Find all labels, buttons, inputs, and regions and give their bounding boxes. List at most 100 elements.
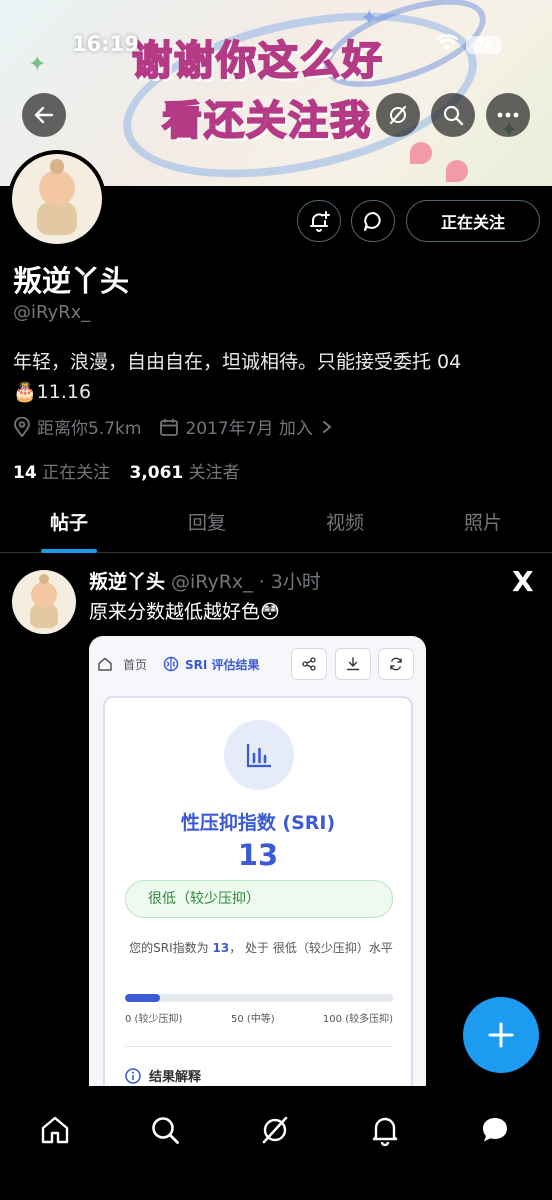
home-icon [41, 1116, 69, 1144]
more-options-button[interactable] [486, 93, 530, 137]
flushed-emoji-icon: 😳 [260, 601, 280, 623]
post-author-name[interactable]: 叛逆丫头 [89, 571, 165, 593]
sri-heading: 性压抑指数 (SRI) [180, 812, 336, 834]
nav-search[interactable] [137, 1102, 193, 1158]
avatar-image [12, 570, 76, 634]
nav-notifications[interactable] [357, 1102, 413, 1158]
battery-indicator: 32 [466, 36, 502, 54]
bottom-navigation [0, 1086, 552, 1200]
search-icon [152, 1117, 179, 1144]
post-time: · 3小时 [258, 571, 321, 593]
sri-description: 您的SRI指数为 13， 处于 很低（较少压抑）水平 [129, 938, 393, 958]
location-pin-icon [14, 416, 30, 437]
tick-low: 0 (较少压抑) [125, 1014, 183, 1025]
location-item: 距离你5.7km [13, 414, 141, 439]
cake-icon: 🎂 [13, 381, 37, 403]
home-icon [98, 657, 112, 671]
following-link[interactable]: 14 正在关注 [13, 463, 110, 483]
calendar-icon [160, 418, 179, 436]
banner-flower [410, 142, 432, 164]
chevron-right-icon [322, 420, 332, 433]
profile-meta: 距离你5.7km 2017年7月 加入 [13, 414, 357, 439]
profile-name: 叛逆丫头 [13, 264, 130, 298]
tab-replies[interactable]: 回复 [138, 495, 276, 552]
grok-button[interactable] [376, 93, 420, 137]
download-icon [346, 657, 360, 671]
divider [125, 1046, 393, 1047]
post-author-handle[interactable]: @iRyRx_ [171, 571, 253, 593]
brain-icon [163, 656, 179, 672]
avatar-image [12, 154, 102, 244]
explanation-heading: 结果解释 [125, 1066, 201, 1085]
profile-tabs: 帖子 回复 视频 照片 [0, 495, 552, 553]
message-button[interactable] [351, 200, 395, 242]
explanation-title: 结果解释 [149, 1070, 202, 1085]
tab-videos[interactable]: 视频 [276, 495, 414, 552]
x-logo-icon: X [512, 565, 534, 598]
sri-title-label: SRI 评估结果 [185, 657, 260, 672]
banner-text-line2: 看还关注我 [161, 97, 372, 145]
back-button[interactable] [22, 93, 66, 137]
sri-result-card: 性压抑指数 (SRI) 13 很低（较少压抑） 您的SRI指数为 13， 处于 … [103, 696, 413, 1106]
nav-messages[interactable] [467, 1102, 523, 1158]
tab-posts[interactable]: 帖子 [0, 495, 138, 553]
sri-score: 13 [237, 838, 279, 872]
following-button[interactable]: 正在关注 [406, 200, 540, 242]
profile-handle: @iRyRx_ [13, 302, 91, 323]
messages-icon [483, 1118, 507, 1142]
follow-stats: 14 正在关注 3,061 关注者 [13, 458, 240, 483]
tick-high: 100 (较多压抑) [322, 1014, 393, 1025]
followers-count: 3,061 [129, 463, 184, 483]
birthday-date: 11.16 [36, 381, 92, 403]
compose-button[interactable] [463, 997, 539, 1073]
profile-bio: 年轻，浪漫，自由自在，坦诚相待。只能接受委托 04 🎂11.16 [13, 347, 543, 407]
refresh-icon [390, 657, 402, 671]
bell-icon [372, 1117, 398, 1146]
sri-header: 首页 SRI 评估结果 [89, 636, 426, 692]
search-button[interactable] [431, 93, 475, 137]
tick-mid: 50 (中等) [231, 1014, 275, 1025]
status-time: 16:19 [72, 32, 139, 56]
location-text: 距离你5.7km [37, 419, 142, 439]
desc-score: 13 [212, 941, 230, 955]
sri-title-tab: SRI 评估结果 [163, 656, 260, 673]
following-label: 正在关注 [42, 463, 111, 483]
joined-text: 2017年7月 加入 [185, 419, 313, 439]
post-body: 原来分数越低越好色 [89, 601, 261, 623]
chat-bubble-icon [364, 212, 381, 231]
info-icon [125, 1067, 141, 1084]
post-author-avatar[interactable] [12, 570, 76, 634]
more-icon [497, 112, 519, 118]
banner-flower [446, 160, 468, 182]
plus-icon [488, 1022, 514, 1048]
notify-button[interactable] [297, 200, 341, 242]
bio-birthday: 🎂11.16 [13, 377, 543, 407]
bio-text: 年轻，浪漫，自由自在，坦诚相待。只能接受委托 04 [13, 351, 462, 373]
share-button [291, 648, 327, 680]
post-text: 原来分数越低越好色😳 [89, 597, 280, 624]
following-count: 14 [13, 463, 37, 483]
followers-label: 关注者 [188, 463, 240, 483]
desc-prefix: 您的SRI指数为 [129, 941, 209, 955]
joined-item[interactable]: 2017年7月 加入 [159, 414, 338, 439]
home-label: 首页 [123, 657, 148, 672]
bar-chart-icon [224, 720, 294, 790]
grok-icon [262, 1116, 288, 1144]
post-header: 叛逆丫头 @iRyRx_ · 3小时 [89, 567, 321, 594]
nav-grok[interactable] [247, 1102, 303, 1158]
bell-plus-icon [310, 211, 330, 232]
grok-icon [389, 105, 407, 125]
nav-home[interactable] [27, 1102, 83, 1158]
sri-progress-fill [125, 994, 160, 1002]
tab-photos[interactable]: 照片 [414, 495, 552, 552]
wifi-icon [436, 34, 458, 51]
home-link: 首页 [97, 656, 147, 673]
arrow-left-icon [34, 106, 54, 124]
status-bar: 16:19 32 [0, 28, 552, 64]
desc-suffix: ， 处于 很低（较少压抑）水平 [229, 941, 393, 955]
followers-link[interactable]: 3,061 关注者 [129, 463, 239, 483]
download-button [335, 648, 371, 680]
post-image[interactable]: 首页 SRI 评估结果 性压抑指数 (SRI) 13 很低（较少压抑） 您的SR… [89, 636, 426, 1106]
profile-avatar[interactable] [8, 150, 106, 248]
refresh-button [378, 648, 414, 680]
